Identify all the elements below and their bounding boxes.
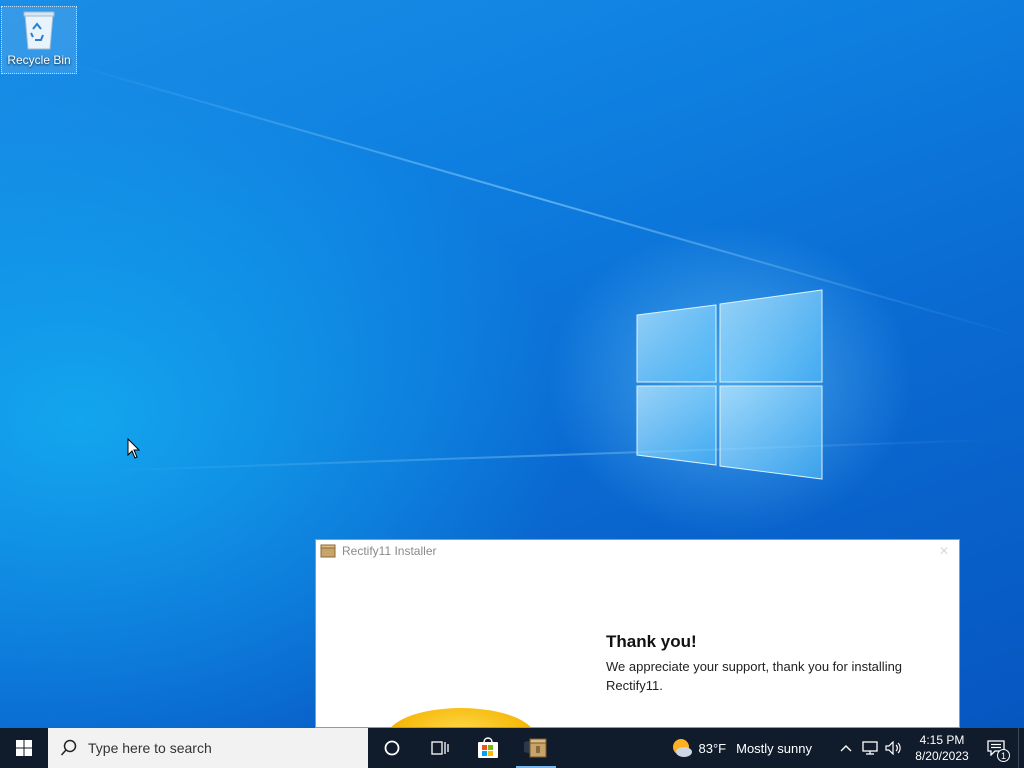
- mouse-cursor: [127, 438, 141, 459]
- notification-badge: 1: [997, 749, 1010, 762]
- thank-you-message: We appreciate your support, thank you fo…: [606, 659, 903, 693]
- taskbar-search-box[interactable]: Type here to search: [48, 728, 368, 768]
- partly-sunny-icon: [672, 739, 692, 757]
- microsoft-store-icon: [478, 737, 498, 758]
- installer-illustration: [386, 708, 536, 727]
- speaker-icon: [885, 741, 901, 755]
- recycle-bin-icon: [23, 11, 55, 50]
- installer-taskbar-button[interactable]: [512, 728, 560, 768]
- clock-time: 4:15 PM: [919, 733, 965, 747]
- system-tray: 4:15 PM 8/20/2023 1: [834, 728, 1024, 768]
- search-placeholder: Type here to search: [88, 740, 212, 756]
- windows-logo: [636, 289, 823, 480]
- show-desktop-button[interactable]: [1018, 728, 1024, 768]
- network-icon: [862, 741, 878, 755]
- clock-date: 8/20/2023: [915, 749, 969, 763]
- thank-you-heading: Thank you!: [606, 632, 697, 651]
- windows-start-icon: [16, 740, 32, 756]
- taskbar: Type here to search 83°F Mostly sunny 4:…: [0, 728, 1024, 768]
- weather-condition: Mostly sunny: [736, 740, 812, 756]
- weather-widget[interactable]: 83°F Mostly sunny: [671, 737, 812, 759]
- installer-app-icon: [524, 738, 547, 758]
- installer-titlebar[interactable]: Rectify11 Installer ✕: [316, 540, 959, 562]
- close-icon[interactable]: ✕: [939, 544, 949, 558]
- light-beam: [100, 438, 1000, 472]
- start-button[interactable]: [0, 728, 48, 768]
- cortana-icon: [384, 740, 400, 756]
- desktop-icon-label: Recycle Bin: [7, 53, 71, 67]
- installer-app-icon: [320, 544, 336, 558]
- task-view-icon: [431, 741, 449, 755]
- clock[interactable]: 4:15 PM 8/20/2023: [910, 732, 974, 764]
- cortana-button[interactable]: [368, 728, 416, 768]
- weather-temperature: 83°F: [698, 740, 727, 756]
- task-view-button[interactable]: [416, 728, 464, 768]
- microsoft-store-button[interactable]: [464, 728, 512, 768]
- network-button[interactable]: [858, 728, 882, 768]
- volume-button[interactable]: [882, 728, 906, 768]
- search-icon: [60, 739, 77, 756]
- installer-title: Rectify11 Installer: [342, 544, 437, 558]
- desktop-icon-recycle-bin[interactable]: Recycle Bin: [1, 6, 77, 74]
- installer-window[interactable]: Rectify11 Installer ✕ Thank you! We appr…: [315, 539, 960, 728]
- show-hidden-icons-button[interactable]: [834, 728, 858, 768]
- action-center-button[interactable]: 1: [974, 728, 1018, 768]
- chevron-up-icon: [840, 745, 852, 752]
- light-beam: [59, 60, 1022, 338]
